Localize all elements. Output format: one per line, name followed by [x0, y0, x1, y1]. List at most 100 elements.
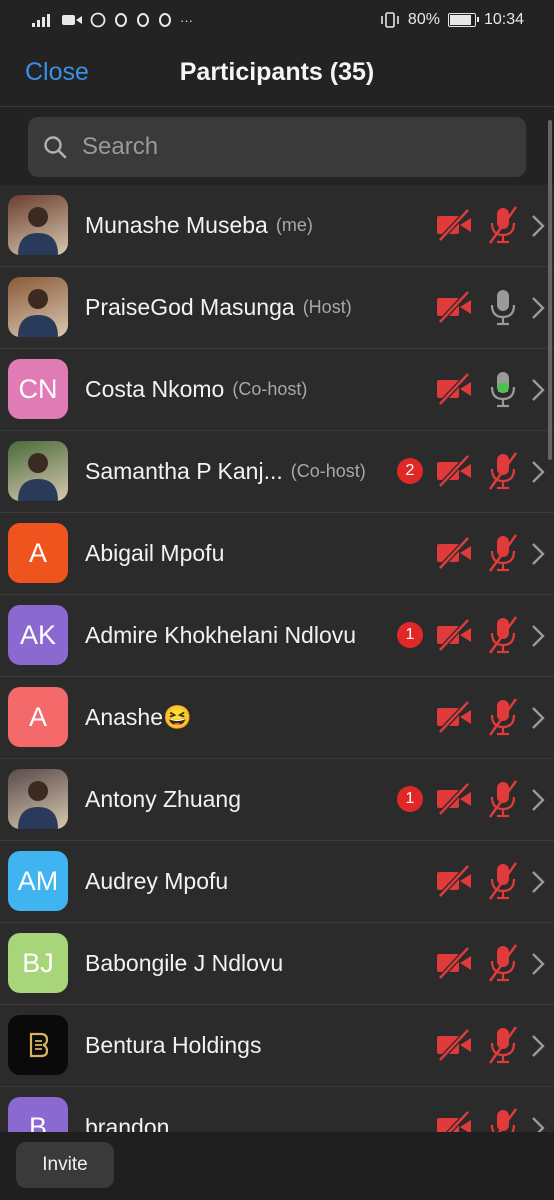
circle-o-icon: [115, 13, 127, 27]
avatar-initials: CN: [18, 373, 58, 404]
avatar-initials: AM: [17, 865, 59, 896]
participant-row[interactable]: AM Audrey Mpofu: [0, 841, 554, 923]
participant-row[interactable]: Samantha P Kanj... (Co-host) 2: [0, 431, 554, 513]
status-bar: ··· 80% 10:34: [0, 0, 554, 40]
avatar[interactable]: A: [8, 523, 68, 583]
video-off-icon[interactable]: [436, 945, 472, 981]
participant-name: Munashe Museba: [85, 212, 268, 238]
participant-row[interactable]: BJ Babongile J Ndlovu: [0, 923, 554, 1005]
chevron-right-icon[interactable]: [530, 787, 546, 813]
person-photo-icon: [18, 207, 58, 255]
vibrate-icon: [381, 12, 399, 28]
video-off-icon[interactable]: [436, 371, 472, 407]
chevron-right-icon[interactable]: [530, 951, 546, 977]
participant-row[interactable]: Antony Zhuang 1: [0, 759, 554, 841]
participant-name-wrap: Anashe😆: [85, 677, 192, 758]
video-off-icon[interactable]: [436, 781, 472, 817]
mic-muted-icon[interactable]: [486, 615, 520, 655]
participant-row[interactable]: Munashe Museba (me): [0, 185, 554, 267]
scrollbar[interactable]: [548, 120, 552, 460]
person-photo-icon: [18, 781, 58, 829]
person-photo-icon: [18, 453, 58, 501]
avatar[interactable]: AM: [8, 851, 68, 911]
participant-name: Costa Nkomo: [85, 376, 225, 402]
mic-muted-icon[interactable]: [486, 533, 520, 573]
chevron-right-icon[interactable]: [530, 459, 546, 485]
participant-name-wrap: Babongile J Ndlovu: [85, 923, 283, 1004]
unread-chat-badge[interactable]: 2: [397, 458, 423, 484]
mic-muted-icon[interactable]: [486, 779, 520, 819]
mic-muted-icon[interactable]: [486, 451, 520, 491]
chevron-right-icon[interactable]: [530, 869, 546, 895]
avatar[interactable]: AK: [8, 605, 68, 665]
mic-muted-icon[interactable]: [486, 861, 520, 901]
participant-name: PraiseGod Masunga: [85, 294, 295, 320]
participant-name-wrap: Samantha P Kanj... (Co-host): [85, 431, 366, 512]
participant-row[interactable]: A Abigail Mpofu: [0, 513, 554, 595]
avatar-photo[interactable]: [8, 277, 68, 337]
unread-chat-badge[interactable]: 1: [397, 622, 423, 648]
video-off-icon[interactable]: [436, 289, 472, 325]
participant-name: Antony Zhuang: [85, 786, 242, 812]
avatar-initials: A: [28, 701, 47, 732]
avatar[interactable]: BJ: [8, 933, 68, 993]
video-off-icon[interactable]: [436, 863, 472, 899]
video-off-icon[interactable]: [436, 617, 472, 653]
participant-name: Audrey Mpofu: [85, 868, 229, 894]
participant-row[interactable]: AK Admire Khokhelani Ndlovu 1: [0, 595, 554, 677]
chevron-right-icon[interactable]: [530, 541, 546, 567]
mic-speaking-icon[interactable]: [486, 369, 520, 409]
participant-name: Bentura Holdings: [85, 1032, 262, 1058]
invite-button[interactable]: Invite: [16, 1142, 114, 1188]
clock-time: 10:34: [483, 11, 524, 28]
chevron-right-icon[interactable]: [530, 1033, 546, 1059]
mic-muted-icon[interactable]: [486, 943, 520, 983]
page-title: Participants (35): [179, 58, 375, 86]
avatar-photo[interactable]: [8, 195, 68, 255]
chevron-right-icon[interactable]: [530, 705, 546, 731]
mic-icon[interactable]: [486, 287, 520, 327]
avatar[interactable]: A: [8, 687, 68, 747]
participant-name-wrap: Audrey Mpofu: [85, 841, 228, 922]
whatsapp-icon: [90, 12, 106, 28]
video-off-icon[interactable]: [436, 699, 472, 735]
chevron-right-icon[interactable]: [530, 623, 546, 649]
participant-row[interactable]: CN Costa Nkomo (Co-host): [0, 349, 554, 431]
signal-icon: [32, 14, 50, 27]
mic-muted-icon[interactable]: [486, 205, 520, 245]
chevron-right-icon[interactable]: [530, 213, 546, 239]
avatar[interactable]: [8, 1015, 68, 1075]
avatar-initials: BJ: [22, 947, 54, 978]
participant-row[interactable]: PraiseGod Masunga (Host): [0, 267, 554, 349]
participant-name-wrap: Bentura Holdings: [85, 1005, 261, 1086]
video-off-icon[interactable]: [436, 535, 472, 571]
bottom-bar: Invite: [0, 1132, 554, 1200]
header: Close Participants (35): [0, 40, 554, 107]
avatar[interactable]: CN: [8, 359, 68, 419]
status-icons-right: 80% 10:34: [380, 11, 524, 29]
mic-muted-icon[interactable]: [486, 1025, 520, 1065]
video-off-icon[interactable]: [436, 1027, 472, 1063]
chevron-right-icon[interactable]: [530, 377, 546, 403]
chevron-right-icon[interactable]: [530, 295, 546, 321]
search-bar: [0, 107, 554, 185]
search-box[interactable]: [28, 117, 526, 177]
search-input[interactable]: [80, 132, 484, 162]
avatar-photo[interactable]: [8, 769, 68, 829]
video-off-icon[interactable]: [436, 207, 472, 243]
participant-role: (Host): [302, 297, 352, 317]
participant-name: Anashe😆: [85, 704, 192, 730]
video-off-icon[interactable]: [436, 453, 472, 489]
mic-muted-icon[interactable]: [486, 697, 520, 737]
participant-name: Babongile J Ndlovu: [85, 950, 284, 976]
participant-role: (Co-host): [232, 379, 308, 399]
participant-name-wrap: Antony Zhuang: [85, 759, 241, 840]
more-notifications-indicator: ···: [180, 12, 193, 28]
unread-chat-badge[interactable]: 1: [397, 786, 423, 812]
participant-row[interactable]: A Anashe😆: [0, 677, 554, 759]
avatar-photo[interactable]: [8, 441, 68, 501]
battery-percent: 80%: [407, 11, 440, 28]
avatar-initials: A: [28, 537, 47, 568]
participant-row[interactable]: Bentura Holdings: [0, 1005, 554, 1087]
participant-role: (me): [275, 215, 313, 235]
